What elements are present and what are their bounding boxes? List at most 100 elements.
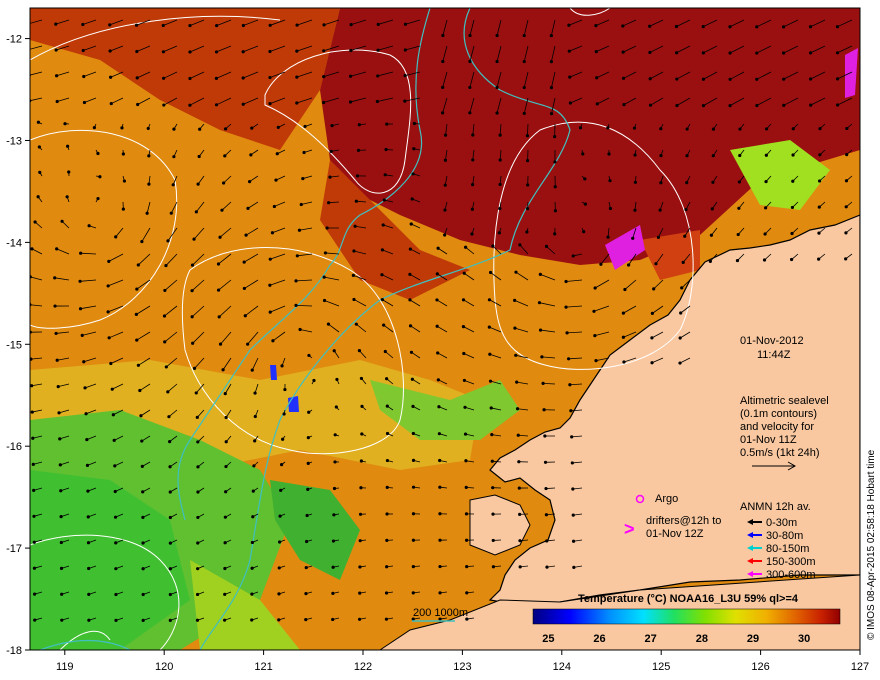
velocity-arrow-head — [654, 262, 658, 266]
velocity-arrow-head — [295, 23, 299, 27]
velocity-arrow-head — [53, 276, 57, 280]
velocity-arrow-head — [164, 365, 168, 369]
velocity-arrow-head — [171, 183, 175, 187]
velocity-arrow-head — [623, 287, 627, 292]
velocity-arrow-head — [578, 126, 583, 130]
velocity-arrow-head — [188, 103, 192, 107]
velocity-arrow-head — [835, 25, 840, 29]
velocity-arrow-head — [140, 239, 144, 244]
velocity-arrow-head — [583, 202, 588, 206]
velocity-arrow-head — [594, 23, 598, 28]
velocity-arrow-head — [737, 180, 742, 184]
velocity-arrow-head — [817, 205, 821, 209]
velocity-arrow-head — [522, 111, 526, 116]
velocity-arrow-head — [818, 153, 822, 157]
lon-tick-label: 124 — [553, 661, 571, 673]
velocity-arrow-head — [403, 22, 408, 26]
velocity-arrow-head — [55, 99, 59, 104]
velocity-arrow-head — [708, 259, 712, 263]
velocity-arrow-head — [107, 259, 111, 263]
velocity-arrow-head — [581, 152, 585, 156]
velocity-arrow-head — [514, 270, 518, 274]
velocity-arrow-head — [403, 74, 407, 78]
velocity-arrow-head — [497, 231, 501, 235]
anmn-legend-label: 300-600m — [766, 569, 816, 581]
velocity-arrow-head — [438, 512, 442, 516]
velocity-arrow-head — [360, 404, 364, 409]
velocity-arrow-head — [583, 177, 587, 181]
velocity-arrow-head — [498, 133, 502, 137]
velocity-arrow-head — [790, 231, 794, 236]
velocity-arrow-head — [659, 127, 663, 131]
velocity-scale-label: 0.5m/s (1kt 24h) — [740, 447, 819, 459]
velocity-arrow-head — [411, 591, 415, 595]
velocity-arrow-head — [516, 433, 520, 437]
velocity-arrow-head — [594, 50, 598, 54]
velocity-arrow-head — [59, 515, 63, 519]
velocity-arrow-head — [196, 567, 200, 571]
velocity-arrow-head — [468, 111, 472, 115]
velocity-arrow-head — [358, 591, 362, 595]
velocity-arrow-head — [384, 617, 389, 621]
velocity-arrow-head — [279, 488, 283, 492]
velocity-arrow-head — [380, 273, 384, 277]
velocity-arrow-head — [403, 99, 407, 103]
velocity-arrow-head — [161, 50, 166, 54]
velocity-arrow-head — [791, 153, 795, 157]
velocity-arrow-head — [33, 220, 37, 224]
velocity-arrow-head — [163, 288, 167, 293]
velocity-arrow-head — [335, 377, 339, 382]
velocity-arrow-head — [356, 148, 361, 152]
velocity-arrow-head — [242, 286, 246, 291]
velocity-arrow-head — [650, 336, 654, 340]
drifter-marker: > — [624, 519, 635, 539]
velocity-arrow-head — [279, 463, 284, 467]
velocity-arrow-head — [294, 303, 298, 307]
velocity-arrow-head — [410, 377, 414, 381]
velocity-arrow-head — [87, 224, 91, 228]
velocity-arrow-head — [549, 59, 553, 64]
velocity-arrow-head — [59, 540, 63, 545]
velocity-arrow-head — [436, 378, 440, 382]
velocity-arrow-head — [60, 219, 64, 223]
velocity-arrow-head — [607, 152, 611, 156]
velocity-arrow-head — [87, 618, 91, 622]
velocity-arrow-head — [191, 341, 195, 345]
velocity-arrow-head — [253, 391, 257, 395]
velocity-arrow-head — [465, 591, 469, 595]
longitude-axis: 119 120 121 122 123 124 125 126 127 — [56, 650, 869, 673]
velocity-arrow-head — [411, 564, 415, 569]
velocity-arrow-head — [491, 565, 496, 569]
velocity-arrow-head — [218, 342, 223, 346]
velocity-arrow-head — [268, 102, 272, 106]
velocity-arrow-head — [650, 361, 654, 365]
lon-tick-label: 125 — [652, 661, 670, 673]
velocity-arrow-head — [83, 386, 87, 390]
velocity-arrow-head — [304, 565, 308, 570]
latitude-axis: -12 -13 -14 -15 -16 -17 -18 — [6, 34, 30, 657]
velocity-arrow-head — [218, 235, 222, 239]
colorbar-title: Temperature (°C) NOAA16_L3U 59% ql>=4 — [578, 593, 799, 605]
velocity-arrow-head — [490, 433, 494, 437]
velocity-arrow-head — [79, 251, 83, 255]
velocity-arrow-head — [357, 349, 362, 353]
velocity-arrow-head — [728, 25, 732, 29]
velocity-arrow-head — [276, 125, 280, 129]
isobath-label: 200 1000m — [413, 607, 468, 619]
velocity-arrow-head — [567, 23, 571, 27]
velocity-arrow-head — [680, 286, 684, 290]
velocity-arrow-head — [488, 379, 493, 383]
velocity-arrow-head — [275, 152, 279, 156]
velocity-arrow-head — [135, 49, 139, 54]
velocity-arrow-head — [382, 198, 386, 202]
velocity-arrow-head — [544, 486, 548, 491]
lat-tick-label: -14 — [6, 237, 22, 249]
velocity-arrow-head — [549, 86, 554, 90]
velocity-arrow-head — [85, 463, 90, 467]
velocity-arrow-head — [351, 273, 355, 277]
velocity-arrow-head — [728, 104, 732, 108]
velocity-arrow-head — [525, 158, 530, 163]
velocity-arrow-head — [544, 513, 549, 517]
velocity-arrow-head — [304, 618, 308, 622]
velocity-arrow-head — [593, 286, 597, 290]
